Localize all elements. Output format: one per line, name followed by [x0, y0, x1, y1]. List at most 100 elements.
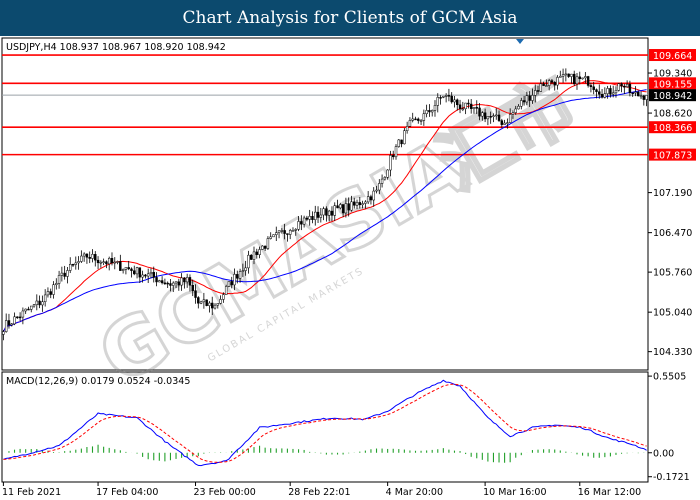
candle [433, 100, 437, 117]
candle [561, 68, 565, 83]
candle [121, 268, 125, 274]
candle [408, 117, 412, 128]
trading-chart[interactable]: GCMASIA汇市GLOBAL CAPITAL MARKETS MACD(12,… [0, 36, 700, 500]
candle [617, 82, 620, 92]
level-label: 108.366 [653, 123, 692, 134]
candle [105, 260, 108, 269]
candle [74, 256, 78, 270]
candle [461, 101, 465, 112]
candle [21, 307, 25, 325]
candle [411, 112, 414, 123]
chart-title-banner: Chart Analysis for Clients of GCM Asia [0, 0, 700, 36]
y-tick-label: 107.190 [653, 188, 692, 199]
x-tick-label: 17 Feb 04:00 [96, 487, 158, 498]
candle [442, 95, 445, 99]
current-price-label: 108.942 [653, 91, 692, 102]
candle [149, 268, 153, 279]
candle [49, 288, 52, 299]
candle [77, 256, 80, 270]
candle [623, 83, 626, 95]
candle [456, 98, 459, 111]
macd-y-tick-label: 0.00 [653, 448, 674, 459]
candle [10, 323, 13, 327]
candle [18, 312, 22, 322]
candle [60, 266, 64, 282]
candle [575, 73, 579, 90]
candle [586, 75, 590, 88]
level-label: 109.155 [653, 79, 692, 90]
candle [564, 68, 568, 82]
candle [570, 73, 573, 84]
candle [572, 70, 576, 86]
level-label: 107.873 [653, 151, 692, 162]
x-tick-label: 28 Feb 22:01 [288, 487, 350, 498]
candle [52, 281, 55, 299]
candle [124, 267, 128, 275]
macd-y-tick-label: -0.1721 [653, 472, 690, 483]
candle [645, 95, 648, 107]
candle [85, 253, 89, 264]
candle [38, 295, 41, 309]
candle [436, 93, 439, 113]
x-tick-label: 11 Feb 2021 [2, 487, 61, 498]
candle [7, 313, 11, 329]
candle [272, 234, 275, 238]
candle [96, 256, 100, 270]
macd-main-line [3, 379, 647, 467]
candle [419, 118, 423, 125]
candle [113, 257, 116, 270]
candle [63, 265, 66, 280]
x-tick-label: 23 Feb 00:00 [194, 487, 256, 498]
scroll-arrow-icon [516, 39, 524, 44]
candle [55, 278, 58, 290]
candle [130, 267, 133, 278]
candle [71, 263, 75, 268]
candle [32, 304, 36, 308]
macd-header: MACD(12,26,9) 0.0179 0.0524 -0.0345 [6, 376, 190, 387]
candle [397, 139, 401, 148]
candle [94, 251, 97, 267]
candle [133, 265, 136, 276]
candle [417, 117, 420, 124]
chart-title: Chart Analysis for Clients of GCM Asia [182, 8, 518, 28]
candle [99, 260, 103, 268]
candle [82, 252, 86, 262]
x-tick-label: 16 Mar 12:00 [578, 487, 641, 498]
candle [102, 258, 105, 266]
candle [403, 128, 406, 145]
candle [4, 313, 8, 333]
candle [66, 266, 69, 284]
candle [119, 254, 122, 271]
candle [450, 92, 453, 104]
candle [439, 95, 442, 105]
watermark: GCMASIA汇市GLOBAL CAPITAL MARKETS [83, 59, 592, 403]
candle [80, 250, 83, 263]
candle [600, 89, 604, 99]
candle [414, 116, 417, 121]
candle [30, 305, 33, 313]
candle [144, 274, 147, 279]
candle [91, 249, 94, 263]
candle [261, 245, 264, 250]
candle [224, 284, 228, 296]
candle [603, 87, 607, 99]
watermark-text: GCMASIA [85, 122, 481, 402]
candle [57, 270, 61, 289]
candle [46, 287, 50, 298]
candle [581, 77, 584, 80]
x-tick-label: 4 Mar 20:00 [386, 487, 443, 498]
candle [107, 256, 111, 271]
candle [444, 93, 448, 103]
candle [146, 268, 150, 283]
candle [16, 316, 19, 319]
candle [567, 73, 570, 78]
candle [35, 294, 39, 311]
candle [620, 82, 623, 93]
candle [41, 295, 44, 312]
candle [227, 281, 231, 288]
x-tick-label: 10 Mar 16:00 [483, 487, 546, 498]
candle [559, 70, 562, 78]
ohlc-header: USDJPY,H4 108.937 108.967 108.920 108.94… [6, 42, 226, 53]
macd-signal-line [3, 383, 647, 463]
candle [453, 96, 456, 108]
